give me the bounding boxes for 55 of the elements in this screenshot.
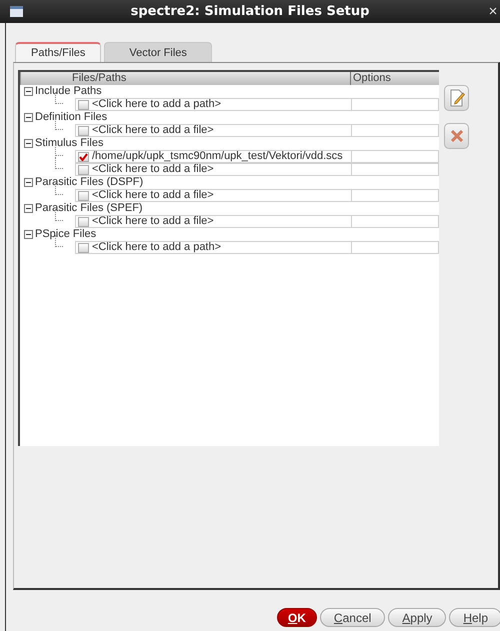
collapse-icon[interactable] [24, 87, 33, 96]
file-path: <Click here to add a file> [92, 216, 214, 227]
checkbox[interactable] [78, 242, 89, 252]
checkbox[interactable] [78, 190, 89, 200]
options-cell[interactable] [351, 215, 439, 228]
checkbox[interactable] [78, 164, 89, 174]
column-header: Options [353, 72, 391, 84]
delete-button[interactable] [444, 123, 469, 149]
window-icon [10, 6, 23, 17]
tab[interactable]: Paths/Files [15, 42, 102, 62]
collapse-icon[interactable] [24, 178, 33, 187]
window-title: spectre2: Simulation Files Setup [130, 4, 370, 19]
checkbox[interactable] [78, 216, 89, 226]
close-button[interactable]: × [487, 3, 499, 20]
dialog-button[interactable]: OK [276, 608, 317, 627]
options-cell[interactable] [351, 189, 439, 202]
file-path: <Click here to add a path> [92, 99, 222, 110]
tree-group-label[interactable]: Stimulus Files [35, 137, 104, 150]
dialog-button[interactable]: Help [449, 608, 500, 627]
tree-group-label[interactable]: Definition Files [35, 111, 108, 124]
tree-group-label[interactable]: PSpice Files [35, 228, 96, 241]
file-row[interactable]: <Click here to add a path> [75, 241, 351, 254]
file-path: <Click here to add a file> [92, 125, 214, 136]
collapse-icon[interactable] [24, 113, 33, 122]
tree-group-label[interactable]: Parasitic Files (DSPF) [35, 176, 144, 189]
edit-icon [448, 89, 464, 107]
checkbox[interactable] [78, 100, 89, 110]
options-cell[interactable] [351, 98, 439, 111]
options-cell[interactable] [351, 241, 439, 254]
delete-icon [450, 130, 462, 142]
file-row[interactable]: <Click here to add a file> [75, 163, 351, 176]
options-cell[interactable] [351, 163, 439, 176]
file-row[interactable]: <Click here to add a path> [75, 98, 351, 111]
collapse-icon[interactable] [24, 230, 33, 239]
column-header: Files/Paths [72, 72, 126, 84]
file-row[interactable]: <Click here to add a file> [75, 215, 351, 228]
checkbox[interactable] [78, 152, 89, 162]
options-cell[interactable] [351, 150, 439, 163]
edit-button[interactable] [444, 85, 469, 111]
file-row[interactable]: <Click here to add a file> [75, 124, 351, 137]
collapse-icon[interactable] [24, 139, 33, 148]
checkbox[interactable] [78, 126, 89, 136]
file-path: <Click here to add a path> [92, 242, 222, 253]
tree-group-label[interactable]: Include Paths [35, 85, 102, 98]
tree-group-label[interactable]: Parasitic Files (SPEF) [35, 202, 143, 215]
options-cell[interactable] [351, 124, 439, 137]
tab[interactable]: Vector Files [104, 42, 212, 62]
dialog-button[interactable]: Cancel [320, 608, 386, 627]
file-path: /home/upk/upk_tsmc90nm/upk_test/Vektori/vdd.scs [92, 151, 343, 162]
file-row[interactable]: /home/upk/upk_tsmc90nm/upk_test/Vektori/vdd.scs [75, 150, 351, 163]
collapse-icon[interactable] [24, 204, 33, 213]
file-path: <Click here to add a file> [92, 164, 214, 175]
file-path: <Click here to add a file> [92, 190, 214, 201]
dialog-button[interactable]: Apply [388, 608, 446, 627]
file-row[interactable]: <Click here to add a file> [75, 189, 351, 202]
